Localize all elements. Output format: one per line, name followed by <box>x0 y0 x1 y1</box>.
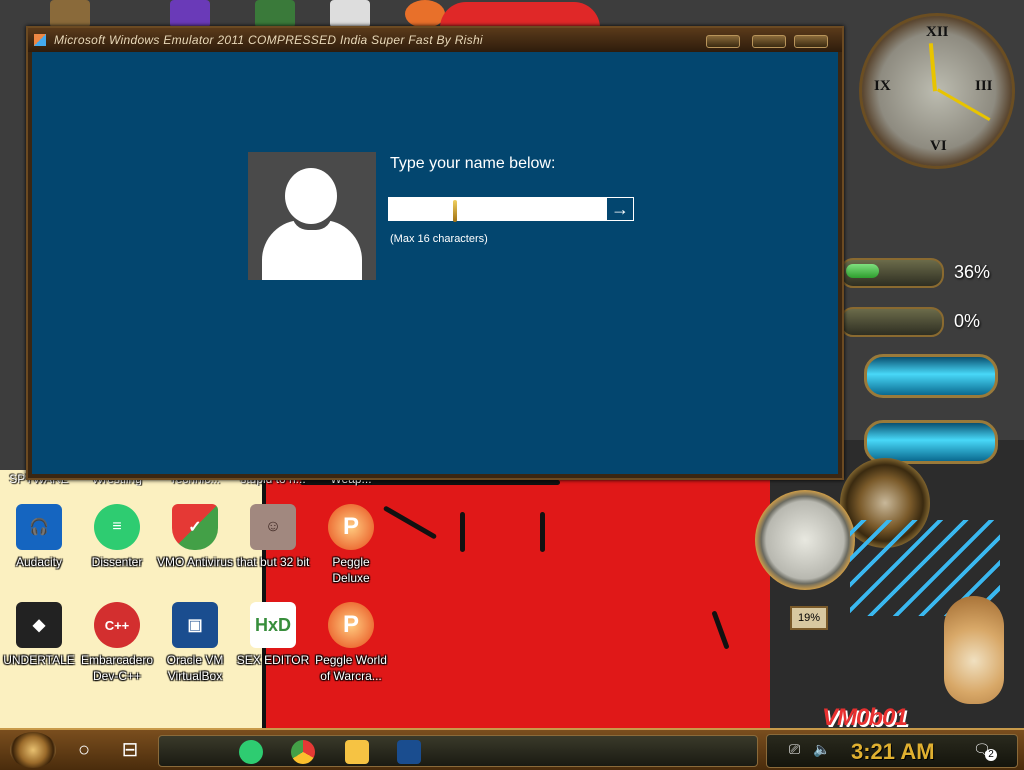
shield-icon: ✓ <box>172 504 218 550</box>
visual-studio-icon[interactable] <box>170 0 210 28</box>
desktop-icon-virtualbox[interactable]: ▣ Oracle VM VirtualBox <box>156 602 234 684</box>
glass-tube-gauge <box>864 354 998 398</box>
swf-file-icon[interactable] <box>330 0 370 28</box>
desktop-icon-label: SEX EDITOR <box>236 653 310 667</box>
clock-hour-hand <box>928 43 937 92</box>
taskbar-app-dock <box>158 735 758 767</box>
desktop-icon-label: UNDERTALE <box>3 653 75 667</box>
devcpp-icon: C++ <box>94 602 140 648</box>
hex-editor-icon: HxD <box>250 602 296 648</box>
notification-count-badge: 2 <box>985 749 997 761</box>
red-disc-icon <box>440 2 600 28</box>
name-input[interactable] <box>388 197 606 221</box>
window-titlebar[interactable]: Microsoft Windows Emulator 2011 COMPRESS… <box>28 28 842 52</box>
desktop-icon-dev-cpp[interactable]: C++ Embarcadero Dev-C++ <box>78 602 156 684</box>
cpu-gauge <box>840 258 944 288</box>
firefox-icon[interactable] <box>405 0 445 28</box>
audacity-icon: 🎧 <box>16 504 62 550</box>
desktop-icon-label: Dissenter <box>91 555 143 569</box>
virtualbox-icon: ▣ <box>172 602 218 648</box>
desktop-icon-label: Peggle World of Warcra... <box>315 653 387 683</box>
portrait-icon: ☺ <box>250 504 296 550</box>
tree-icon[interactable] <box>255 0 295 28</box>
hamster-mascot-icon <box>944 596 1004 704</box>
desktop-icon-peggle-wow[interactable]: P Peggle World of Warcra... <box>312 602 390 684</box>
setup-screen: Type your name below: → (Max 16 characte… <box>32 52 838 474</box>
network-icon[interactable]: ⎚ <box>789 741 800 758</box>
wallpaper-stroke <box>460 512 465 552</box>
desktop-icon-label: Oracle VM VirtualBox <box>166 653 224 683</box>
clock-numeral: IX <box>874 78 891 94</box>
minimize-button[interactable] <box>706 35 740 48</box>
window-app-icon <box>34 34 46 46</box>
character-limit-hint: (Max 16 characters) <box>390 233 488 245</box>
desktop-icon-label: that but 32 bit <box>236 555 310 569</box>
desktop-icon-hex-editor[interactable]: HxD SEX EDITOR <box>234 602 312 668</box>
start-button[interactable] <box>10 732 56 768</box>
wallpaper-stroke <box>540 512 545 552</box>
taskbar: ○ ⊟ ⎚ 🔈 3:21 AM 🗨 2 <box>0 728 1024 770</box>
dissenter-icon[interactable] <box>239 740 263 764</box>
desktop-icon-undertale[interactable]: ◆ UNDERTALE <box>0 602 78 668</box>
cpu-percent-label: 36% <box>954 262 991 282</box>
desktop-icon-audacity[interactable]: 🎧 Audacity <box>0 504 78 570</box>
clock-numeral: VI <box>930 138 947 154</box>
desktop-icon-that-but-32-bit[interactable]: ☺ that but 32 bit <box>234 504 312 570</box>
pressure-meter-widget <box>755 490 855 590</box>
virtualbox-icon[interactable] <box>397 740 421 764</box>
clock-time[interactable]: 3:21 AM <box>851 739 935 765</box>
maximize-button[interactable] <box>752 35 786 48</box>
memory-percent-label: 0% <box>954 311 981 331</box>
chrome-icon[interactable] <box>291 740 315 764</box>
desktop-icon-label: Embarcadero Dev-C++ <box>80 653 154 683</box>
search-circle-icon[interactable]: ○ <box>70 736 98 764</box>
close-button[interactable] <box>794 35 828 48</box>
desktop-icon-label: VMO Antivirus <box>156 555 234 569</box>
cpu-gauge-fill <box>846 264 879 278</box>
avatar-head <box>285 168 337 224</box>
window-title: Microsoft Windows Emulator 2011 COMPRESS… <box>54 33 483 47</box>
peggle-icon: P <box>328 504 374 550</box>
volume-muted-icon[interactable]: 🔈 <box>813 741 830 758</box>
meter-percent-label: 19% <box>790 606 828 630</box>
desktop-icon-label: Audacity <box>15 555 63 569</box>
clock-numeral: III <box>975 78 993 94</box>
dissenter-icon: ≡ <box>94 504 140 550</box>
desktop-icon-vmo-antivirus[interactable]: ✓ VMO Antivirus <box>156 504 234 570</box>
clock-numeral: XII <box>926 24 949 40</box>
task-view-icon[interactable]: ⊟ <box>116 736 144 764</box>
memory-gauge <box>840 307 944 337</box>
peggle-icon: P <box>328 602 374 648</box>
mouse-cursor-icon <box>453 200 457 222</box>
submit-arrow-button[interactable]: → <box>606 197 634 221</box>
unity-icon: ◆ <box>16 602 62 648</box>
steampunk-gear-icon[interactable] <box>50 0 90 28</box>
desktop-icon-label: Peggle Deluxe <box>332 555 370 585</box>
system-tray: ⎚ 🔈 3:21 AM 🗨 2 <box>766 734 1018 768</box>
emulator-window[interactable]: Microsoft Windows Emulator 2011 COMPRESS… <box>26 26 844 480</box>
file-explorer-icon[interactable] <box>345 740 369 764</box>
desktop-icon-peggle-deluxe[interactable]: P Peggle Deluxe <box>312 504 390 586</box>
name-prompt: Type your name below: <box>390 155 556 172</box>
desktop-icon-dissenter[interactable]: ≡ Dissenter <box>78 504 156 570</box>
steampunk-clock-widget[interactable]: XII III VI IX <box>862 16 1012 166</box>
user-avatar-icon <box>248 152 376 280</box>
